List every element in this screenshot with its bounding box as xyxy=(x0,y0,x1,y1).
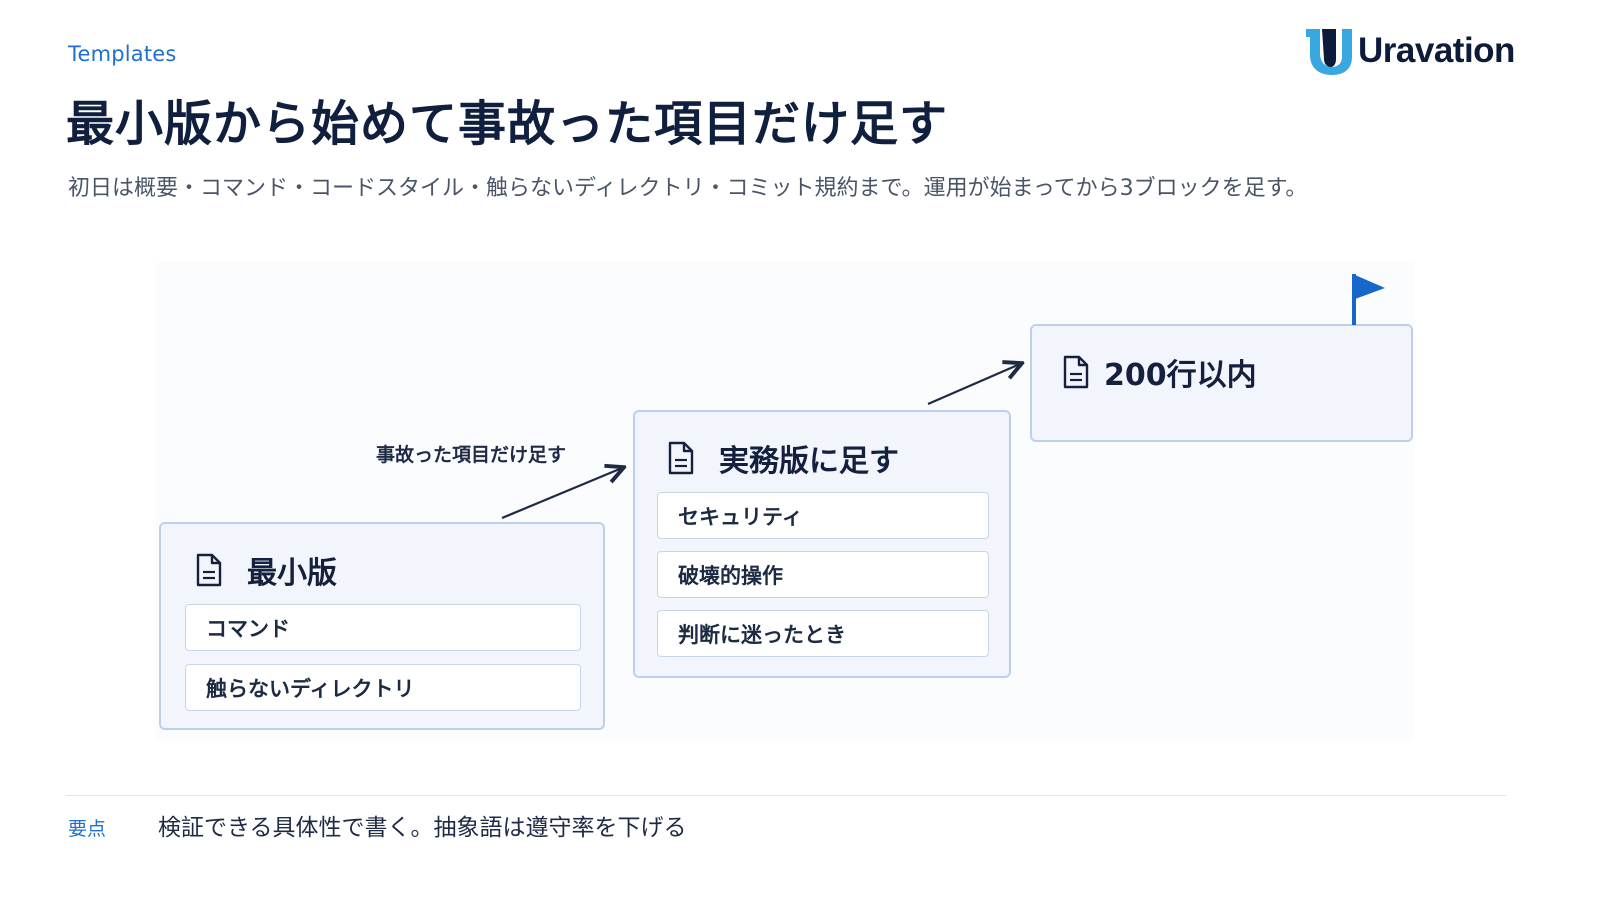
key-point-text: 検証できる具体性で書く。抽象語は遵守率を下げる xyxy=(158,815,687,841)
step-title: 200行以内 xyxy=(1104,358,1257,393)
list-item: 破壊的操作 xyxy=(657,551,989,598)
key-point-label: 要点 xyxy=(68,818,107,840)
list-item: 触らないディレクトリ xyxy=(185,664,581,711)
list-item: コマンド xyxy=(185,604,581,651)
arrow-icon xyxy=(501,468,622,520)
document-icon xyxy=(196,553,222,587)
step-title: 実務版に足す xyxy=(719,444,899,479)
step-title: 最小版 xyxy=(247,556,337,591)
arrow-icon xyxy=(927,364,1020,406)
footer-divider xyxy=(66,795,1506,796)
list-item: セキュリティ xyxy=(657,492,989,539)
step-box-limit: 200行以内 xyxy=(1030,324,1413,442)
document-icon xyxy=(668,441,694,475)
list-item: 判断に迷ったとき xyxy=(657,610,989,657)
step-box-minimal: 最小版 コマンド 触らないディレクトリ xyxy=(159,522,605,730)
flag-icon xyxy=(1352,274,1385,325)
arrow-label: 事故った項目だけ足す xyxy=(376,444,567,466)
step-box-practical: 実務版に足す セキュリティ 破壊的操作 判断に迷ったとき xyxy=(633,410,1011,678)
document-icon xyxy=(1063,355,1089,389)
